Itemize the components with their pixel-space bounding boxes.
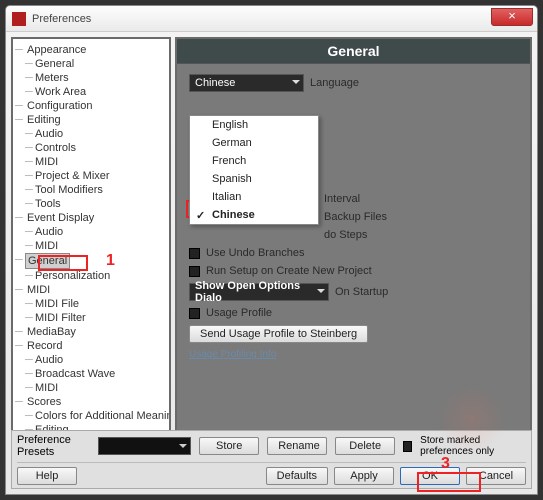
tree-midi-file[interactable]: MIDI File bbox=[35, 297, 167, 311]
startup-combo[interactable]: Show Open Options Dialo bbox=[189, 283, 329, 301]
tree-editing-controls[interactable]: Controls bbox=[35, 141, 167, 155]
tree-appearance-general[interactable]: General bbox=[35, 57, 167, 71]
titlebar[interactable]: Preferences × bbox=[6, 6, 537, 32]
settings-panel: General Chinese Language Interval Backup… bbox=[175, 37, 532, 445]
startup-label: On Startup bbox=[335, 286, 388, 298]
interval-label: Interval bbox=[324, 193, 360, 205]
tree-editing-tools[interactable]: Tools bbox=[35, 197, 167, 211]
tree-editing[interactable]: Editing Audio Controls MIDI Project & Mi… bbox=[25, 113, 167, 211]
store-button[interactable]: Store bbox=[199, 437, 259, 455]
steps-label: do Steps bbox=[324, 229, 367, 241]
bottom-bar: Preference Presets Store Rename Delete S… bbox=[11, 430, 532, 489]
store-marked-label: Store marked preferences only bbox=[420, 435, 526, 457]
tree-editing-toolmod[interactable]: Tool Modifiers bbox=[35, 183, 167, 197]
tree-midi-filter[interactable]: MIDI Filter bbox=[35, 311, 167, 325]
usage-link[interactable]: Usage Profiling Info bbox=[189, 349, 276, 360]
backup-label: Backup Files bbox=[324, 211, 387, 223]
tree-record[interactable]: Record Audio Broadcast Wave MIDI bbox=[25, 339, 167, 395]
tree-appearance-meters[interactable]: Meters bbox=[35, 71, 167, 85]
preset-label: Preference Presets bbox=[17, 434, 90, 458]
tree-record-audio[interactable]: Audio bbox=[35, 353, 167, 367]
undo-branches-label: Use Undo Branches bbox=[206, 247, 304, 259]
send-usage-button[interactable]: Send Usage Profile to Steinberg bbox=[189, 325, 368, 343]
rename-button[interactable]: Rename bbox=[267, 437, 327, 455]
store-marked-check[interactable] bbox=[403, 441, 412, 452]
language-label: Language bbox=[310, 77, 359, 89]
language-combo[interactable]: Chinese bbox=[189, 74, 304, 92]
panel-heading: General bbox=[177, 39, 530, 64]
tree-mediabay[interactable]: MediaBay bbox=[25, 325, 167, 339]
annotation-1: 1 bbox=[106, 252, 115, 270]
tree-general[interactable]: General Personalization bbox=[25, 253, 167, 283]
tree-midi[interactable]: MIDI MIDI File MIDI Filter bbox=[25, 283, 167, 325]
run-setup-check[interactable] bbox=[189, 266, 200, 277]
lang-chinese[interactable]: Chinese bbox=[190, 206, 318, 224]
tree-scores-colors[interactable]: Colors for Additional Meanings bbox=[35, 409, 167, 423]
tree-appearance[interactable]: Appearance General Meters Work Area bbox=[25, 43, 167, 99]
window-title: Preferences bbox=[32, 13, 91, 25]
language-dropdown[interactable]: English German French Spanish Italian Ch… bbox=[189, 115, 319, 225]
help-button[interactable]: Help bbox=[17, 467, 77, 485]
tree-eventdisplay[interactable]: Event Display Audio MIDI bbox=[25, 211, 167, 253]
usage-profile-label: Usage Profile bbox=[206, 307, 272, 319]
preset-combo[interactable] bbox=[98, 437, 191, 455]
apply-button[interactable]: Apply bbox=[334, 467, 394, 485]
run-setup-label: Run Setup on Create New Project bbox=[206, 265, 372, 277]
tree-editing-audio[interactable]: Audio bbox=[35, 127, 167, 141]
tree-editing-midi[interactable]: MIDI bbox=[35, 155, 167, 169]
tree-eventdisplay-midi[interactable]: MIDI bbox=[35, 239, 167, 253]
lang-spanish[interactable]: Spanish bbox=[190, 170, 318, 188]
tree-record-midi[interactable]: MIDI bbox=[35, 381, 167, 395]
tree-configuration[interactable]: Configuration bbox=[25, 99, 167, 113]
lang-italian[interactable]: Italian bbox=[190, 188, 318, 206]
lang-english[interactable]: English bbox=[190, 116, 318, 134]
delete-button[interactable]: Delete bbox=[335, 437, 395, 455]
content-area: Appearance General Meters Work Area Conf… bbox=[6, 32, 537, 450]
cancel-button[interactable]: Cancel bbox=[466, 467, 526, 485]
lang-german[interactable]: German bbox=[190, 134, 318, 152]
defaults-button[interactable]: Defaults bbox=[266, 467, 328, 485]
tree-eventdisplay-audio[interactable]: Audio bbox=[35, 225, 167, 239]
usage-profile-check[interactable] bbox=[189, 308, 200, 319]
ok-button[interactable]: OK bbox=[400, 467, 460, 485]
tree-general-personalization[interactable]: Personalization bbox=[35, 269, 167, 283]
undo-branches-check[interactable] bbox=[189, 248, 200, 259]
close-button[interactable]: × bbox=[491, 8, 533, 26]
tree-panel[interactable]: Appearance General Meters Work Area Conf… bbox=[11, 37, 171, 445]
annotation-3: 3 bbox=[441, 455, 450, 473]
tree-editing-projectmixer[interactable]: Project & Mixer bbox=[35, 169, 167, 183]
tree-record-bcast[interactable]: Broadcast Wave bbox=[35, 367, 167, 381]
lang-french[interactable]: French bbox=[190, 152, 318, 170]
app-icon bbox=[12, 12, 26, 26]
tree-appearance-workarea[interactable]: Work Area bbox=[35, 85, 167, 99]
preferences-window: Preferences × Appearance General Meters … bbox=[5, 5, 538, 495]
